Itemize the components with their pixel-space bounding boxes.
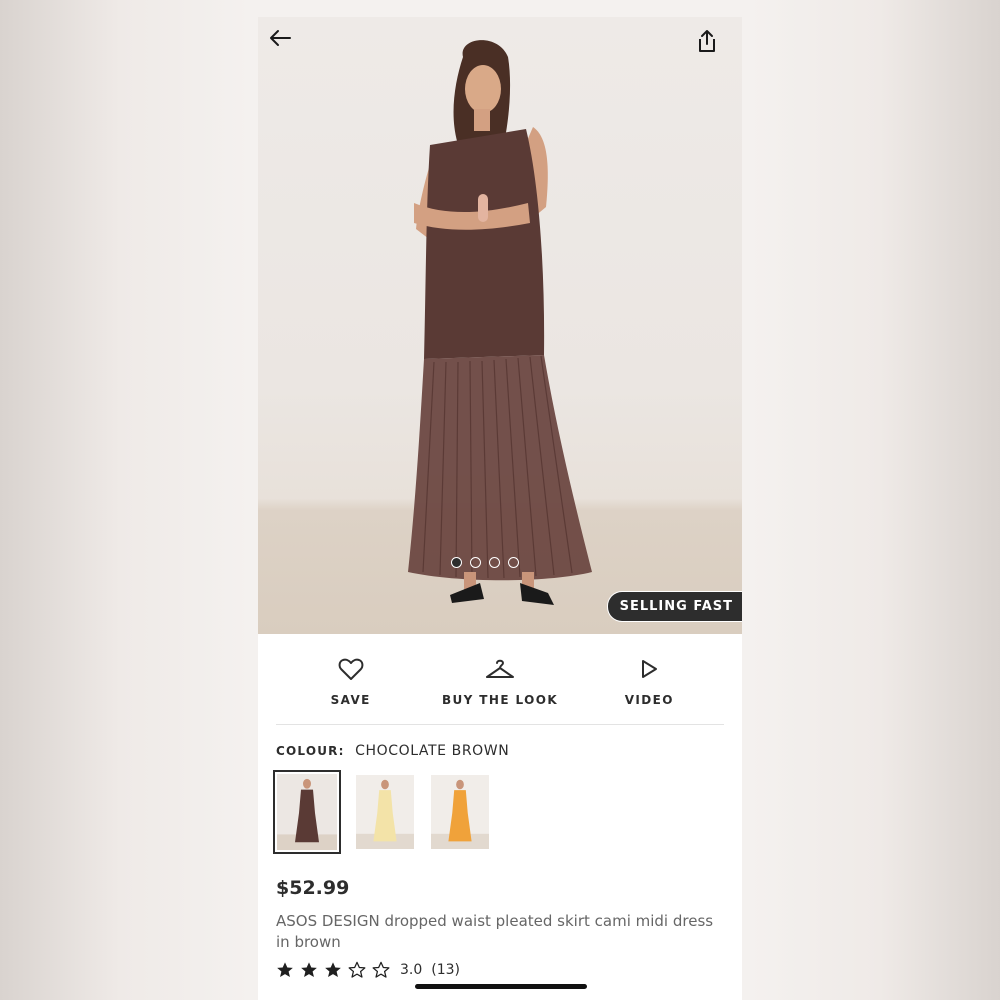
swatch-thumbnail (277, 774, 337, 850)
back-button[interactable] (268, 29, 304, 65)
rating-count: (13) (431, 962, 461, 978)
star-empty-icon (348, 961, 366, 978)
star-empty-icon (372, 961, 390, 978)
rating-score: 3.0 (400, 962, 423, 978)
colour-swatches (273, 770, 491, 854)
buy-the-look-label: BUY THE LOOK (441, 693, 559, 707)
product-title: ASOS DESIGN dropped waist pleated skirt … (276, 912, 714, 951)
swatch-thumbnail (356, 775, 414, 849)
carousel-dot[interactable] (508, 557, 519, 568)
colour-value: CHOCOLATE BROWN (355, 743, 510, 759)
colour-swatch-orange[interactable] (429, 773, 491, 851)
product-rating[interactable]: 3.0 (13) (276, 961, 460, 979)
product-price: $52.99 (276, 877, 350, 899)
app-screen: SELLING FAST SAVE BUY THE LOOK VIDEO COL… (258, 17, 742, 1000)
share-button[interactable] (696, 29, 732, 65)
selling-fast-badge: SELLING FAST (606, 591, 742, 622)
carousel-dot[interactable] (451, 557, 462, 568)
carousel-dots (258, 557, 727, 568)
model-photo (408, 40, 592, 605)
video-label: VIDEO (624, 693, 674, 707)
carousel-dot[interactable] (489, 557, 500, 568)
carousel-dot[interactable] (470, 557, 481, 568)
colour-swatch-lemon[interactable] (354, 773, 416, 851)
swatch-thumbnail (431, 775, 489, 849)
video-button[interactable]: VIDEO (575, 634, 724, 724)
play-icon (642, 660, 658, 678)
colour-swatch-chocolate-brown[interactable] (273, 770, 341, 854)
home-indicator[interactable] (415, 984, 587, 989)
share-icon (699, 30, 715, 52)
star-filled-icon (325, 962, 341, 978)
product-image-carousel[interactable]: SELLING FAST (258, 17, 742, 634)
star-filled-icon (301, 962, 317, 978)
product-actions: SAVE BUY THE LOOK VIDEO (276, 634, 724, 725)
save-button[interactable]: SAVE (276, 634, 425, 724)
star-filled-icon (277, 962, 293, 978)
heart-icon (338, 658, 364, 680)
arrow-left-icon (270, 30, 291, 46)
buy-the-look-button[interactable]: BUY THE LOOK (425, 634, 574, 724)
colour-selector-header: COLOUR: CHOCOLATE BROWN (276, 743, 509, 759)
colour-label: COLOUR: (276, 744, 345, 758)
hanger-icon (485, 659, 514, 678)
save-label: SAVE (330, 693, 371, 707)
